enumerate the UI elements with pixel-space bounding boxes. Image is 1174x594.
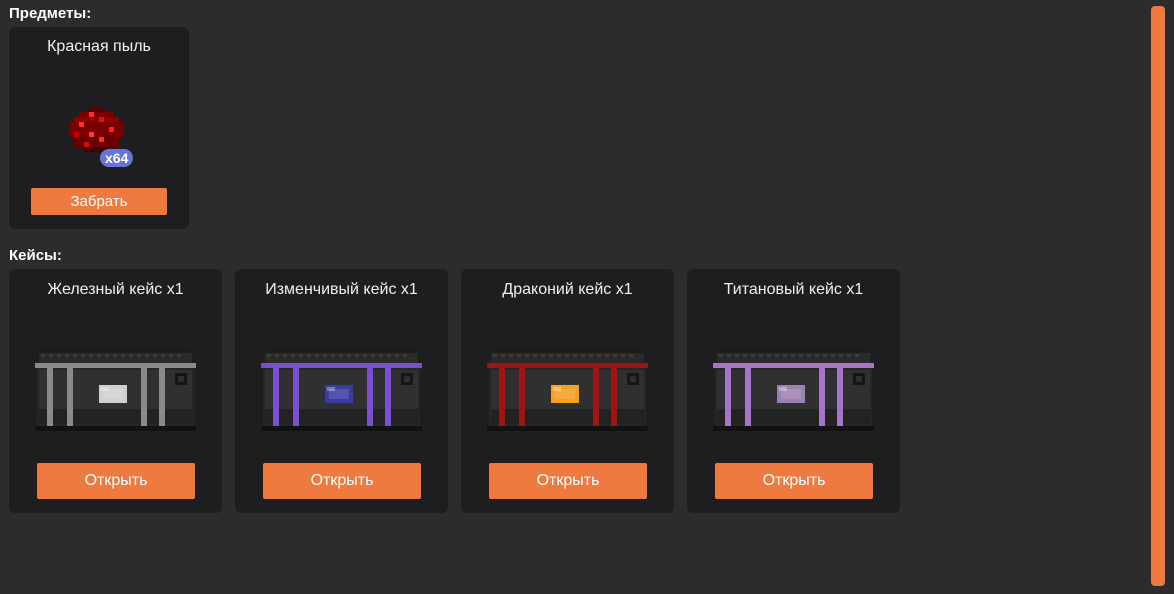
case-card-changeable: Изменчивый кейс x1 Открыть [235, 269, 448, 513]
cases-section-title: Кейсы: [9, 247, 62, 264]
case-name: Титановый кейс x1 [723, 281, 864, 298]
item-card: Красная пыль x64 Забрать [9, 27, 189, 229]
open-case-button[interactable]: Открыть [489, 463, 647, 499]
quantity-badge: x64 [100, 149, 134, 167]
dragon-case-icon [487, 349, 648, 431]
case-name: Драконий кейс x1 [502, 281, 633, 298]
case-card-dragon: Драконий кейс x1 Открыть [461, 269, 674, 513]
case-card-iron: Железный кейс x1 Открыть [9, 269, 222, 513]
scrollbar-thumb[interactable] [1151, 6, 1165, 586]
open-case-button[interactable]: Открыть [715, 463, 873, 499]
claim-button[interactable]: Забрать [31, 188, 167, 215]
items-section-title: Предметы: [9, 5, 92, 22]
item-name: Красная пыль [47, 38, 151, 55]
case-name: Железный кейс x1 [47, 281, 184, 298]
case-card-titanium: Титановый кейс x1 Открыть [687, 269, 900, 513]
case-name: Изменчивый кейс x1 [265, 281, 418, 298]
open-case-button[interactable]: Открыть [37, 463, 195, 499]
iron-case-icon [35, 349, 196, 431]
changeable-case-icon [261, 349, 422, 431]
open-case-button[interactable]: Открыть [263, 463, 421, 499]
titanium-case-icon [713, 349, 874, 431]
page: Предметы: Красная пыль x64 Забрать Кейсы… [0, 0, 1174, 594]
